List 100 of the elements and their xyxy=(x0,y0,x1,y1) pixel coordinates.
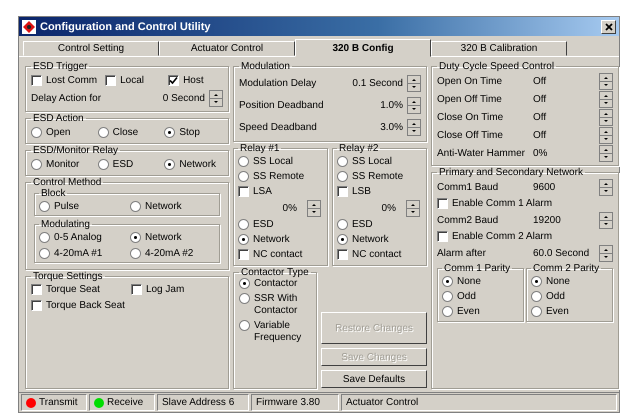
checkbox[interactable] xyxy=(31,300,42,310)
tab[interactable]: 320 B Config xyxy=(295,39,431,57)
radio-label: ESD xyxy=(352,219,373,230)
field-label: Modulation Delay xyxy=(239,78,318,88)
group-title: Contactor Type xyxy=(240,267,310,278)
checkbox[interactable] xyxy=(105,74,116,86)
radio-button[interactable] xyxy=(337,219,348,230)
radio-button[interactable] xyxy=(164,126,176,138)
spin-button[interactable] xyxy=(599,126,613,144)
group-title: Relay #2 xyxy=(338,143,380,154)
radio-button[interactable] xyxy=(531,291,542,302)
radio-button[interactable] xyxy=(164,158,176,170)
radio-button[interactable] xyxy=(98,126,109,138)
radio-button[interactable] xyxy=(442,276,453,287)
radio-label: Network xyxy=(179,158,216,170)
spin-button[interactable] xyxy=(599,178,613,196)
spin-value: 0% xyxy=(282,202,297,214)
checkbox[interactable] xyxy=(168,74,180,86)
radio-label: Network xyxy=(145,200,182,212)
checkbox[interactable] xyxy=(31,74,42,86)
spin-button[interactable] xyxy=(407,96,421,114)
radio-label: SS Local xyxy=(253,156,294,167)
radio-label: Network xyxy=(352,234,389,245)
group-title: Torque Settings xyxy=(32,271,104,282)
checkbox[interactable] xyxy=(337,186,348,197)
radio-label: Network xyxy=(253,234,290,245)
group-title: ESD Action xyxy=(32,113,85,124)
spin-value: Off xyxy=(533,112,548,122)
radio-button[interactable] xyxy=(531,306,542,317)
spin-button[interactable] xyxy=(599,244,613,262)
checkbox[interactable] xyxy=(238,186,249,197)
radio-label: Even xyxy=(546,306,569,317)
radio-button[interactable] xyxy=(239,293,250,304)
spin-value: Off xyxy=(533,94,548,104)
field-label: Close Off Time xyxy=(437,130,504,140)
radio-label: None xyxy=(546,276,570,287)
radio-button[interactable] xyxy=(238,171,249,182)
group-title: ESD/Monitor Relay xyxy=(32,145,120,156)
command-button[interactable]: Save Defaults xyxy=(321,370,427,388)
spin-value: 3.0% xyxy=(380,122,403,132)
checkbox-label: Local xyxy=(120,74,144,86)
spin-button[interactable] xyxy=(209,90,223,106)
tab[interactable]: 320 B Calibration xyxy=(431,41,567,56)
tab[interactable]: Actuator Control xyxy=(159,41,295,56)
checkbox[interactable] xyxy=(337,249,348,260)
radio-button[interactable] xyxy=(130,200,141,212)
group-title: Modulating xyxy=(40,219,91,230)
spin-button[interactable] xyxy=(406,200,420,216)
spin-button[interactable] xyxy=(599,72,613,90)
radio-button[interactable] xyxy=(98,158,109,170)
radio-button[interactable] xyxy=(442,306,453,317)
spin-button[interactable] xyxy=(599,212,613,228)
radio-button[interactable] xyxy=(39,232,50,242)
spin-button[interactable] xyxy=(599,90,613,108)
radio-button[interactable] xyxy=(442,291,453,302)
radio-label: SS Remote xyxy=(253,171,304,182)
radio-button[interactable] xyxy=(238,219,249,230)
radio-button[interactable] xyxy=(31,158,42,170)
radio-button[interactable] xyxy=(130,232,141,242)
radio-label: None xyxy=(457,276,481,287)
field-label: Delay Action for xyxy=(31,92,102,104)
group-title: Comm 1 Parity xyxy=(443,263,512,274)
checkbox[interactable] xyxy=(130,284,142,294)
radio-button[interactable] xyxy=(31,126,42,138)
field-label: Speed Deadband xyxy=(239,122,318,132)
close-button[interactable] xyxy=(601,20,616,34)
checkbox[interactable] xyxy=(31,284,42,294)
field-label: Open Off Time xyxy=(437,94,503,104)
radio-button[interactable] xyxy=(238,234,249,245)
spin-button[interactable] xyxy=(407,74,421,92)
spin-button[interactable] xyxy=(307,200,321,216)
spin-value: 0% xyxy=(533,148,548,158)
spin-button[interactable] xyxy=(599,108,613,126)
radio-button[interactable] xyxy=(337,156,348,167)
checkbox[interactable] xyxy=(238,249,249,260)
radio-button[interactable] xyxy=(531,276,542,287)
status-text: Actuator Control xyxy=(346,397,418,408)
checkbox[interactable] xyxy=(437,231,448,242)
group-title: Primary and Secondary Network xyxy=(438,167,584,178)
radio-button[interactable] xyxy=(337,234,348,245)
spin-value: 0 Second xyxy=(162,92,205,104)
radio-button[interactable] xyxy=(39,200,50,212)
spin-button[interactable] xyxy=(599,144,613,162)
spin-value: 19200 xyxy=(533,214,562,226)
radio-button[interactable] xyxy=(337,171,348,182)
field-label: Comm2 Baud xyxy=(437,214,500,226)
tab[interactable]: Control Setting xyxy=(23,41,159,56)
checkbox-label: NC contact xyxy=(352,249,402,260)
checkbox[interactable] xyxy=(437,198,448,209)
radio-button[interactable] xyxy=(239,278,250,289)
radio-label: Even xyxy=(457,306,480,317)
group-title: Control Method xyxy=(32,177,102,188)
radio-button[interactable] xyxy=(239,320,250,331)
spin-button[interactable] xyxy=(407,118,421,136)
radio-button[interactable] xyxy=(39,248,50,258)
radio-label: ESD xyxy=(253,219,274,230)
radio-button[interactable] xyxy=(130,248,141,258)
checkbox-label: LSB xyxy=(352,186,371,197)
checkbox-label: Log Jam xyxy=(146,284,184,294)
radio-button[interactable] xyxy=(238,156,249,167)
